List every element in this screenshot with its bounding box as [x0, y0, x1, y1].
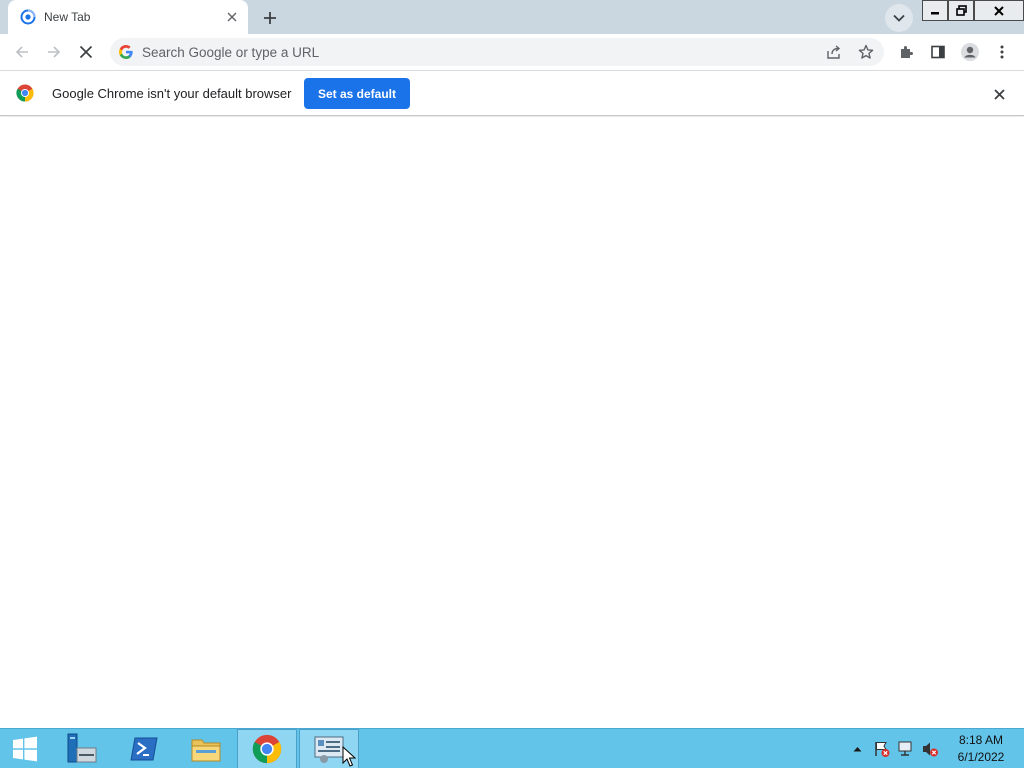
powershell-icon — [130, 737, 158, 761]
clock-date: 6/1/2022 — [957, 750, 1005, 764]
tray-volume[interactable] — [920, 729, 940, 768]
bookmark-star-button[interactable] — [852, 38, 880, 66]
network-icon — [898, 741, 912, 756]
extensions-button[interactable] — [892, 38, 920, 66]
infobar-message: Google Chrome isn't your default browser — [52, 86, 292, 101]
file-explorer-icon — [191, 739, 221, 762]
chevron-down-icon — [893, 14, 905, 22]
taskbar-control-panel[interactable] — [299, 729, 359, 768]
set-as-default-button[interactable]: Set as default — [304, 78, 410, 109]
minimize-icon — [931, 11, 939, 14]
windows-logo — [13, 736, 37, 762]
taskbar-server-manager[interactable] — [52, 729, 112, 768]
plus-icon — [264, 12, 276, 24]
new-tab-button[interactable] — [256, 4, 284, 32]
back-button[interactable] — [8, 38, 36, 66]
chrome-logo — [16, 84, 34, 102]
taskbar-powershell[interactable] — [114, 729, 174, 768]
stop-loading-button[interactable] — [72, 38, 100, 66]
screen: New Tab Search Google or type a URL Goog… — [0, 0, 1024, 768]
tab-title: New Tab — [44, 10, 91, 24]
share-icon — [827, 45, 841, 59]
taskbar-clock[interactable]: 8:18 AM 6/1/2022 — [946, 732, 1016, 766]
windows-taskbar: 8:18 AM 6/1/2022 — [0, 728, 1024, 768]
volume-muted-icon — [923, 742, 938, 757]
chrome-newtab-favicon — [20, 9, 36, 25]
close-icon — [994, 5, 1004, 16]
tray-action-center[interactable] — [872, 729, 892, 768]
window-close-button[interactable] — [974, 0, 1024, 21]
kebab-menu-icon — [1000, 45, 1004, 59]
tray-network[interactable] — [896, 729, 916, 768]
arrow-right-icon — [48, 46, 61, 58]
tab-strip: New Tab — [0, 0, 1024, 34]
profile-icon — [961, 43, 979, 61]
search-input[interactable] — [142, 38, 802, 66]
chrome-menu-button[interactable] — [988, 38, 1016, 66]
google-g-icon — [119, 45, 133, 59]
control-panel-icon — [314, 736, 344, 763]
page-content[interactable] — [0, 117, 1024, 728]
tray-up-arrow-icon — [853, 747, 861, 752]
mouse-cursor — [342, 746, 356, 767]
window-restore-button[interactable] — [948, 0, 974, 21]
chrome-logo — [252, 734, 282, 764]
side-panel-icon — [931, 45, 945, 59]
flag-alert-icon — [875, 742, 890, 757]
share-button[interactable] — [820, 38, 848, 66]
stop-icon — [79, 45, 93, 59]
browser-toolbar — [0, 34, 1024, 70]
infobar-close-button[interactable] — [988, 83, 1010, 105]
star-icon — [858, 44, 874, 59]
forward-button[interactable] — [40, 38, 68, 66]
omnibox[interactable] — [110, 38, 884, 66]
tab-search-button[interactable] — [885, 4, 913, 32]
side-panel-button[interactable] — [924, 38, 952, 66]
close-icon — [993, 88, 1005, 100]
tray-overflow-button[interactable] — [848, 729, 866, 768]
profile-button[interactable] — [956, 38, 984, 66]
tab-close-button[interactable] — [223, 8, 241, 26]
window-minimize-button[interactable] — [922, 0, 948, 21]
taskbar-chrome[interactable] — [237, 729, 297, 768]
tab-new-tab[interactable]: New Tab — [8, 0, 248, 34]
taskbar-file-explorer[interactable] — [176, 729, 236, 768]
close-icon — [227, 12, 237, 22]
clock-time: 8:18 AM — [958, 733, 1004, 747]
arrow-left-icon — [15, 46, 28, 58]
server-manager-icon — [67, 733, 97, 763]
restore-icon — [955, 5, 967, 16]
puzzle-icon — [901, 46, 913, 58]
default-browser-infobar: Google Chrome isn't your default browser… — [0, 70, 1024, 116]
start-button[interactable] — [0, 729, 50, 768]
